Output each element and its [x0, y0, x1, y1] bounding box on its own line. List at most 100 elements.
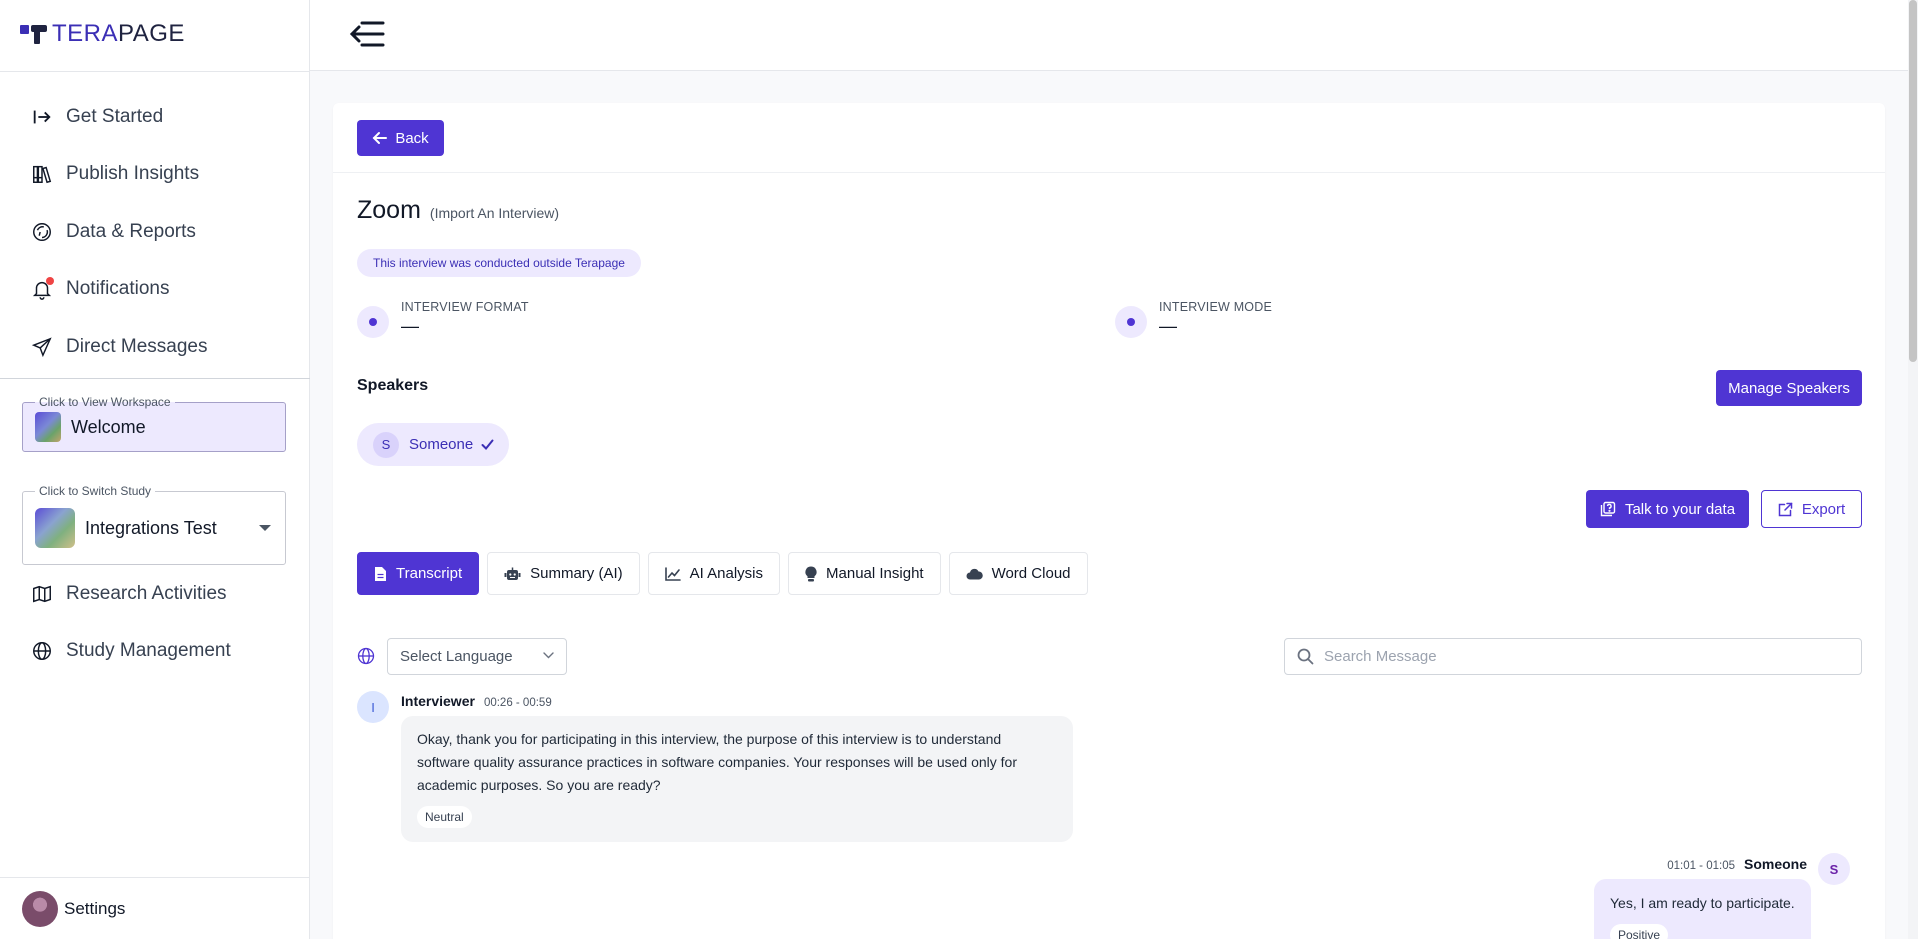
back-label: Back [395, 129, 429, 147]
export-button[interactable]: Export [1761, 490, 1862, 528]
chevron-down-icon [543, 652, 554, 659]
meta-dot-icon [1115, 306, 1147, 338]
interview-card: Back Zoom (Import An Interview) This int… [333, 103, 1885, 939]
sidebar-divider [0, 71, 310, 72]
arrow-left-icon [372, 132, 388, 144]
globe-icon [357, 647, 375, 665]
study-name: Integrations Test [85, 517, 217, 538]
chat-question-icon [1600, 501, 1616, 517]
interview-format-meta: INTERVIEW FORMAT — [357, 300, 529, 338]
meta-label: INTERVIEW FORMAT [401, 300, 529, 314]
sidebar-item-notifications[interactable]: Notifications [0, 261, 310, 319]
tab-label: Transcript [396, 565, 463, 582]
tab-word-cloud[interactable]: Word Cloud [948, 552, 1088, 595]
page-title: Zoom [357, 196, 421, 224]
sidebar-item-get-started[interactable]: Get Started [0, 88, 310, 146]
sidebar-item-research-activities[interactable]: Research Activities [0, 565, 310, 623]
message-bubble[interactable]: Okay, thank you for participating in thi… [401, 716, 1073, 842]
tab-label: Manual Insight [826, 565, 924, 582]
search-message-input[interactable] [1324, 648, 1844, 665]
language-select[interactable]: Select Language [387, 638, 567, 675]
avatar [22, 891, 58, 927]
study-thumbnail [35, 508, 75, 548]
sidebar-divider [0, 378, 310, 379]
sidebar-nav-bottom: Research Activities Study Management [0, 565, 310, 680]
page-scrollbar-thumb[interactable] [1909, 0, 1917, 362]
interviewer-avatar: I [357, 691, 389, 723]
message-speaker: Interviewer [401, 693, 475, 709]
bell-icon [30, 277, 54, 301]
terapage-logo-text: TERAPAGE [52, 20, 185, 48]
export-label: Export [1801, 500, 1846, 518]
workspace-thumbnail [35, 412, 61, 442]
sidebar-item-label: Publish Insights [66, 163, 200, 185]
workspace-legend: Click to View Workspace [35, 395, 175, 409]
tab-ai-analysis[interactable]: AI Analysis [647, 552, 781, 595]
tab-manual-insight[interactable]: Manual Insight [788, 552, 941, 595]
message-timestamp: 00:26 - 00:59 [483, 697, 552, 709]
tab-summary-ai[interactable]: Summary (AI) [487, 552, 640, 595]
settings-button[interactable]: Settings [22, 891, 125, 927]
back-button[interactable]: Back [357, 120, 444, 156]
sidebar-item-label: Study Management [66, 640, 231, 662]
sidebar-item-label: Research Activities [66, 582, 227, 604]
logo-text-tera: TERA [52, 20, 119, 47]
external-interview-badge: This interview was conducted outside Ter… [357, 249, 641, 277]
chart-circle-icon [30, 220, 54, 244]
speaker-chip[interactable]: S Someone [357, 423, 509, 466]
message-text: Yes, I am ready to participate. [1610, 895, 1795, 911]
message-header: Interviewer 00:26 - 00:59 [401, 693, 552, 709]
terapage-logo-mark-icon [20, 25, 47, 44]
tab-label: AI Analysis [689, 565, 764, 582]
sidebar-item-label: Data & Reports [66, 220, 196, 242]
study-selector[interactable]: Click to Switch Study Integrations Test [22, 484, 286, 565]
sidebar-item-data-reports[interactable]: Data & Reports [0, 203, 310, 261]
search-message-box [1284, 638, 1862, 675]
message-header: 01:01 - 01:05 Someone [1667, 856, 1807, 872]
terapage-logo[interactable]: TERAPAGE [20, 20, 185, 48]
external-link-icon [1778, 502, 1793, 516]
message-bubble[interactable]: Yes, I am ready to participate. Positive [1594, 879, 1811, 939]
tab-label: Summary (AI) [530, 565, 623, 582]
caret-down-icon [259, 525, 271, 531]
title-row: Zoom (Import An Interview) [357, 196, 559, 225]
line-chart-icon [664, 566, 681, 581]
interview-mode-meta: INTERVIEW MODE — [1115, 300, 1272, 338]
workspace-selector[interactable]: Click to View Workspace Welcome [22, 395, 286, 452]
speaker-name: Someone [409, 436, 474, 453]
message-text: Okay, thank you for participating in thi… [417, 731, 1017, 793]
check-icon [481, 439, 494, 450]
workspace-name: Welcome [71, 416, 146, 437]
language-select-value: Select Language [400, 648, 513, 665]
books-icon [30, 162, 54, 186]
menu-collapse-icon [349, 21, 385, 47]
sidebar-item-study-management[interactable]: Study Management [0, 623, 310, 681]
manage-speakers-button[interactable]: Manage Speakers [1716, 370, 1862, 406]
tab-label: Word Cloud [991, 565, 1071, 582]
lightbulb-icon [805, 565, 817, 581]
talk-to-data-label: Talk to your data [1624, 500, 1736, 518]
sidebar-item-label: Direct Messages [66, 335, 208, 357]
sentiment-badge: Positive [1610, 924, 1669, 939]
meta-value: — [401, 316, 419, 336]
interview-tabs: Transcript Summary (AI) AI Analysis Manu… [357, 552, 1096, 595]
sidebar-divider [0, 877, 310, 878]
robot-icon [504, 567, 521, 580]
talk-to-data-button[interactable]: Talk to your data [1586, 490, 1749, 528]
sidebar-nav-top: Get Started Publish Insights Data & Repo… [0, 88, 310, 376]
meta-label: INTERVIEW MODE [1159, 300, 1272, 314]
search-icon [1297, 648, 1314, 665]
sidebar-item-publish-insights[interactable]: Publish Insights [0, 146, 310, 204]
sidebar-item-direct-messages[interactable]: Direct Messages [0, 318, 310, 376]
sidebar: TERAPAGE Get Started Publish Insights Da… [0, 0, 310, 939]
cloud-icon [966, 568, 983, 579]
sidebar-item-label: Notifications [66, 278, 170, 300]
collapse-sidebar-button[interactable] [348, 18, 386, 50]
globe-icon [30, 639, 54, 663]
topbar [310, 0, 1908, 71]
sign-in-icon [30, 105, 54, 129]
tab-transcript[interactable]: Transcript [357, 552, 480, 595]
paper-plane-icon [30, 335, 54, 359]
meta-value: — [1159, 316, 1177, 336]
meta-dot-icon [357, 306, 389, 338]
